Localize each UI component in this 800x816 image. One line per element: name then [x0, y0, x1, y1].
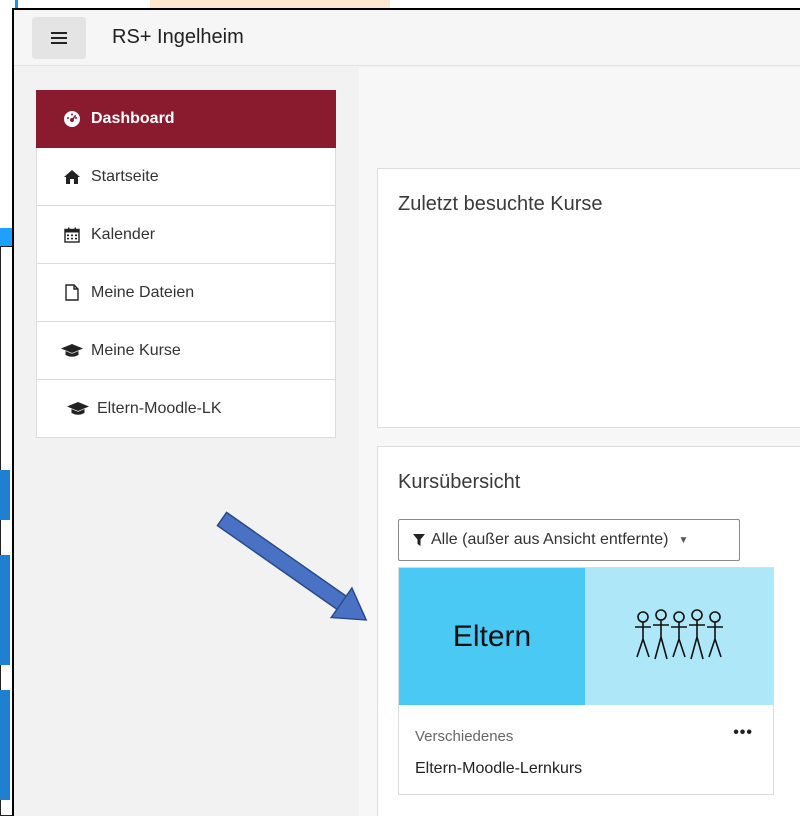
sidebar-item-meine-dateien[interactable]: Meine Dateien	[36, 264, 336, 322]
course-filter-label: Alle (außer aus Ansicht entfernte)	[431, 531, 669, 548]
graduation-cap-icon	[61, 342, 83, 360]
course-name-link[interactable]: Eltern-Moodle-Lernkurs	[415, 760, 582, 778]
home-icon	[61, 168, 83, 186]
sidebar-item-label: Eltern-Moodle-LK	[97, 399, 222, 417]
hamburger-icon	[51, 31, 67, 44]
sidebar-item-kalender[interactable]: Kalender	[36, 206, 336, 264]
sidebar-nav: Dashboard Startseite Kalender Meine Date…	[36, 90, 336, 438]
sidebar-item-label: Startseite	[91, 167, 159, 185]
course-overview-block: Kursübersicht Alle (außer aus Ansicht en…	[377, 446, 800, 816]
background-window-strip	[0, 555, 10, 665]
browser-window: RS+ Ingelheim Dashboard Startseite Kalen…	[12, 8, 800, 816]
more-options-icon[interactable]: •••	[733, 724, 753, 742]
sidebar-item-label: Meine Dateien	[91, 283, 195, 301]
site-name[interactable]: RS+ Ingelheim	[112, 26, 244, 49]
dashboard-icon	[61, 110, 83, 128]
recent-courses-title: Zuletzt besuchte Kurse	[398, 193, 603, 215]
sidebar-item-startseite[interactable]: Startseite	[36, 148, 336, 206]
course-category: Verschiedenes	[415, 728, 514, 745]
sidebar-item-meine-kurse[interactable]: Meine Kurse	[36, 322, 336, 380]
caret-down-icon: ▼	[678, 534, 689, 546]
course-filter-dropdown[interactable]: Alle (außer aus Ansicht entfernte) ▼	[398, 519, 740, 561]
recent-courses-block: Zuletzt besuchte Kurse	[377, 168, 800, 428]
background-window-strip	[0, 470, 10, 520]
sidebar-item-label: Kalender	[91, 225, 156, 243]
calendar-icon	[61, 226, 83, 244]
course-image-label: Eltern	[399, 568, 585, 705]
navbar: RS+ Ingelheim	[14, 10, 800, 66]
graduation-cap-icon	[67, 400, 89, 418]
sidebar-item-dashboard[interactable]: Dashboard	[36, 90, 336, 148]
course-card[interactable]: Eltern Verschiedenes ••• Eltern-Moodle-L…	[398, 567, 774, 795]
course-image[interactable]: Eltern	[399, 568, 773, 705]
file-icon	[61, 284, 83, 302]
course-overview-title: Kursübersicht	[398, 471, 521, 493]
people-group-icon	[585, 568, 773, 705]
sidebar-item-label: Meine Kurse	[91, 341, 181, 359]
annotation-arrow-icon	[216, 511, 368, 621]
menu-toggle-button[interactable]	[32, 16, 86, 59]
filter-icon	[413, 533, 425, 546]
background-window-strip	[0, 690, 10, 800]
sidebar-item-eltern-moodle-lk[interactable]: Eltern-Moodle-LK	[36, 380, 336, 438]
sidebar-item-label: Dashboard	[91, 109, 175, 127]
